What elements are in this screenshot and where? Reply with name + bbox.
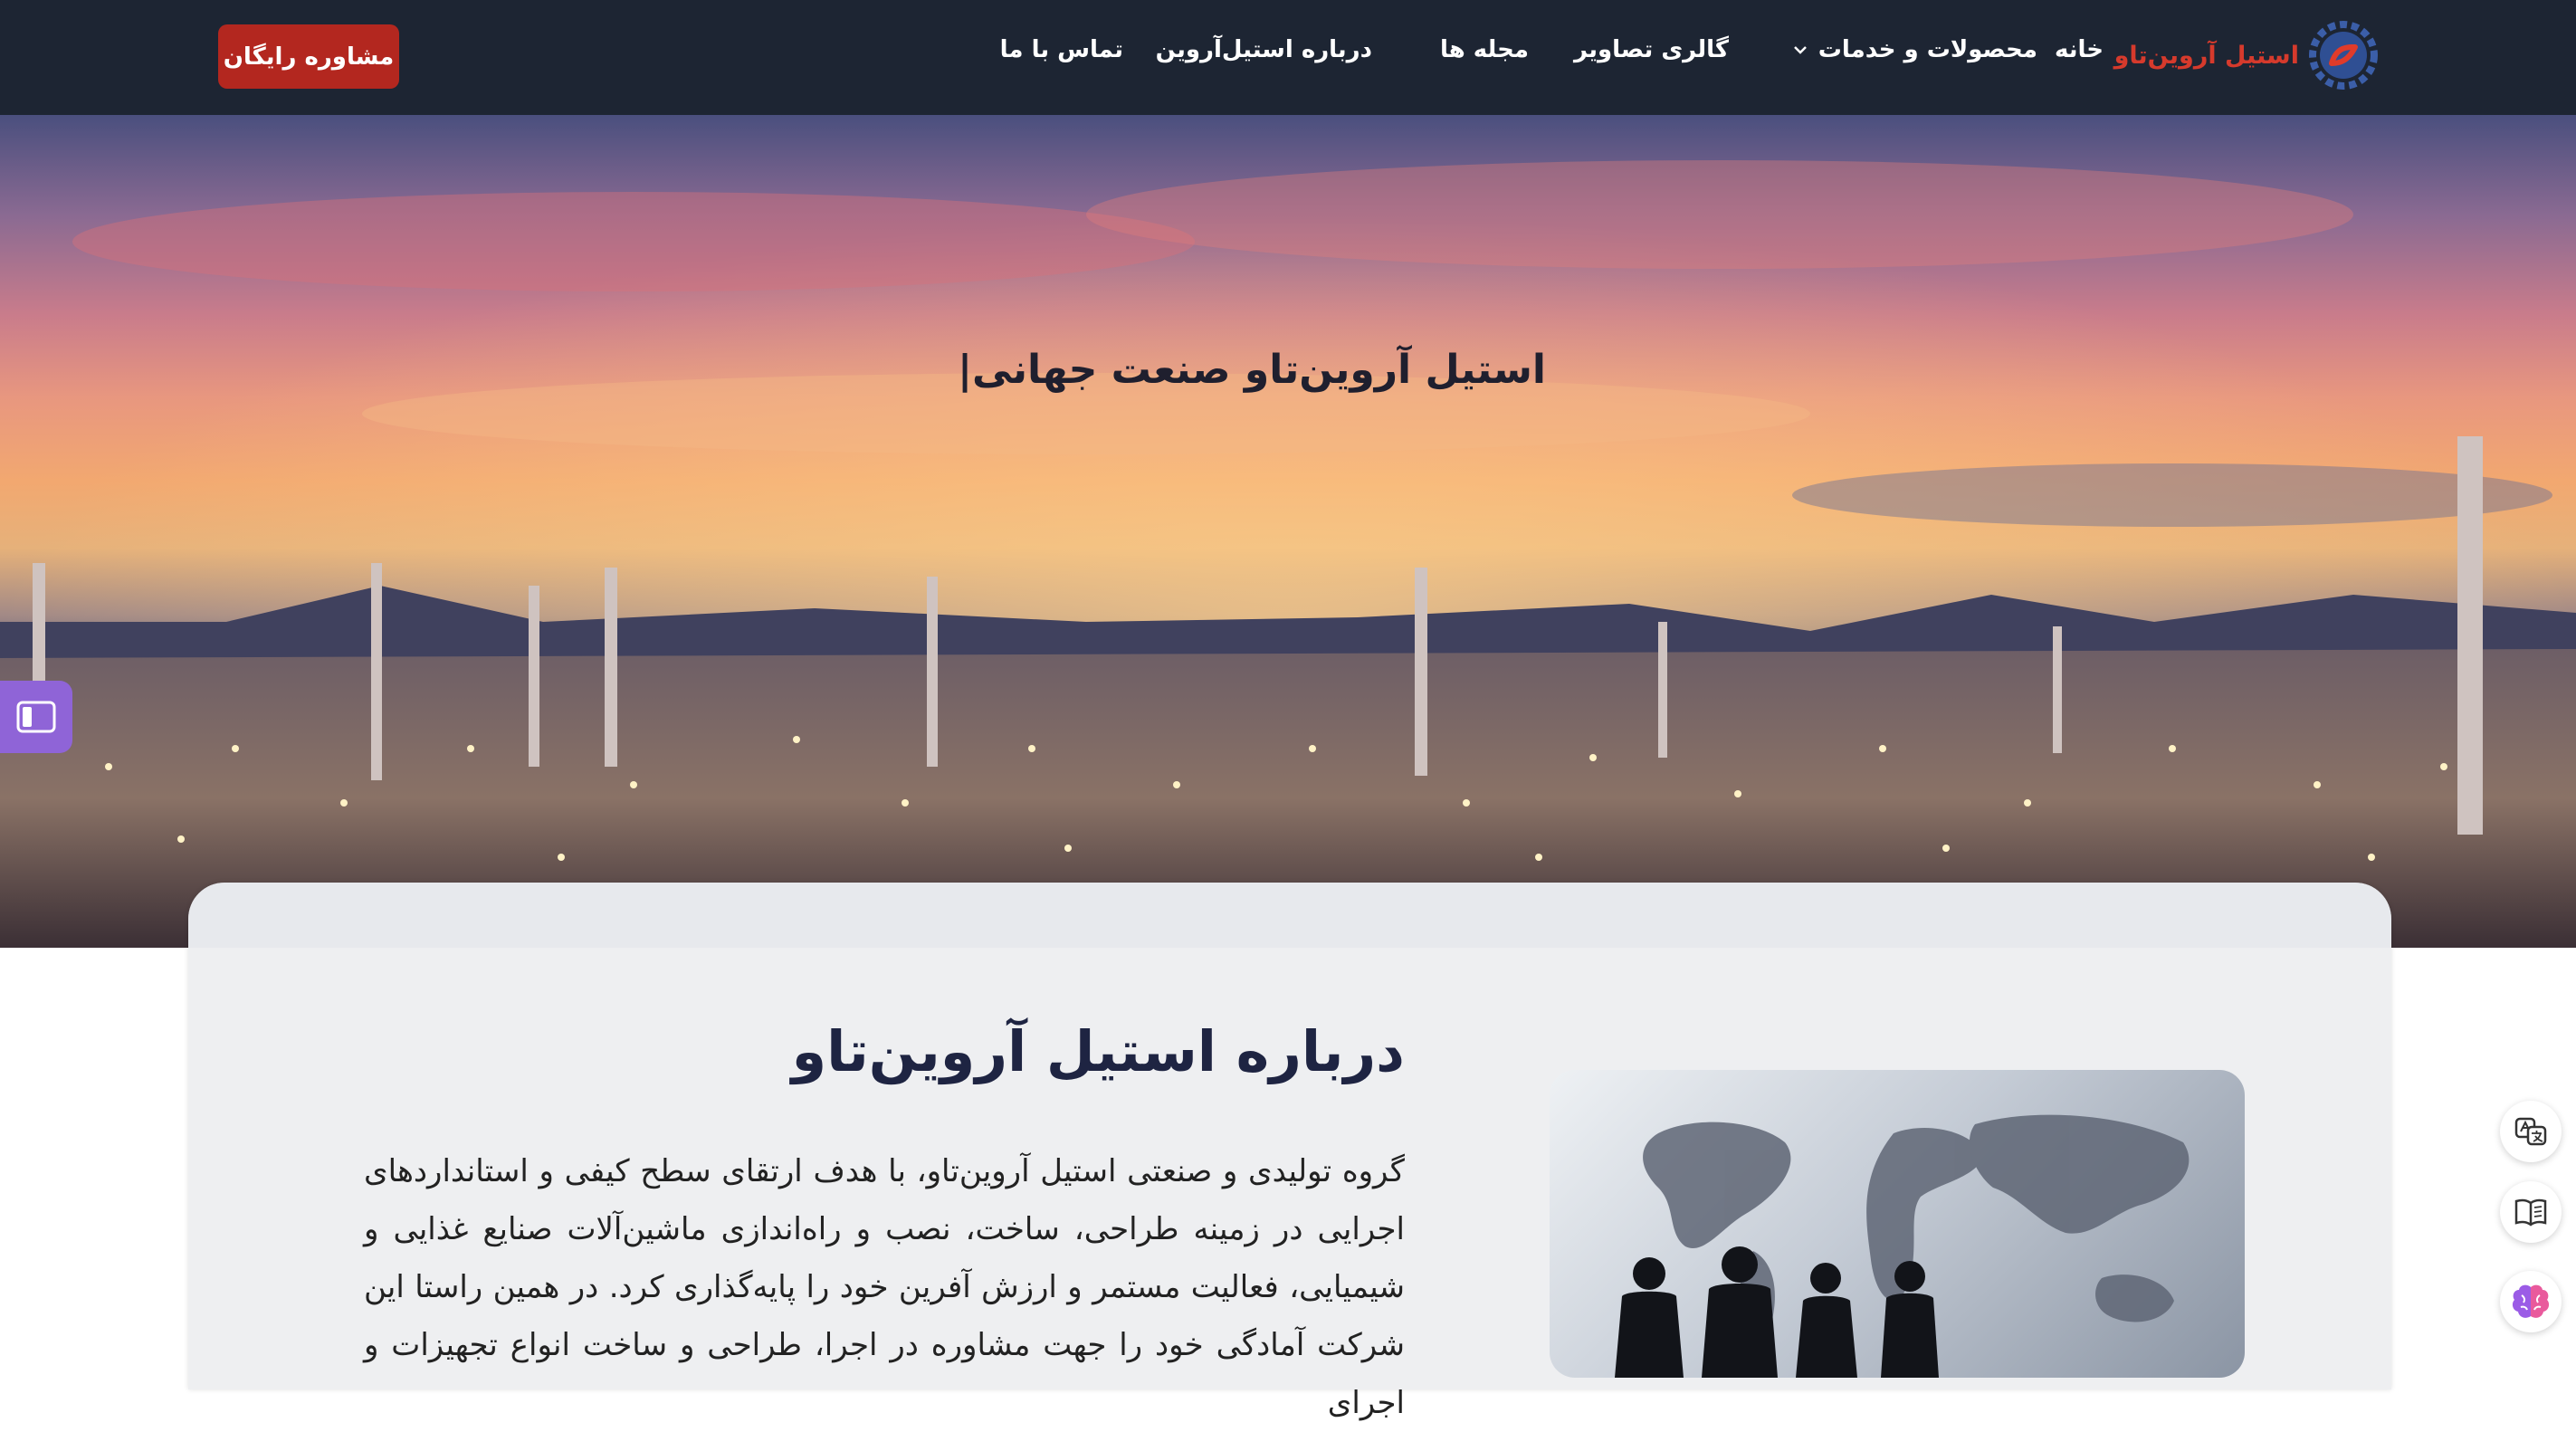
brain-icon: [2512, 1284, 2550, 1318]
card-top-overlay: [188, 883, 2391, 948]
refinery-skyline-image: [0, 115, 2576, 948]
about-paragraph: گروه تولیدی و صنعتی استیل آروین‌تاو، با …: [364, 1153, 1405, 1421]
sidebar-toggle-button[interactable]: [0, 681, 72, 753]
world-map-business-image: [1550, 1070, 2245, 1378]
chevron-down-icon: [1793, 46, 1807, 54]
translate-button[interactable]: [2500, 1101, 2562, 1162]
reader-icon: [2514, 1198, 2547, 1227]
nav-gallery[interactable]: گالری تصاویر: [1574, 36, 1729, 63]
sidebar-toggle-icon: [16, 701, 56, 733]
nav-magazine[interactable]: مجله ها: [1440, 36, 1529, 63]
reader-mode-button[interactable]: [2500, 1181, 2562, 1243]
about-title: درباره استیل آروین‌تاو: [791, 1018, 1405, 1084]
nav-home[interactable]: خانه: [2055, 36, 2104, 63]
hero-title: استیل آروین‌تاو صنعت جهانی|: [957, 347, 1546, 393]
ai-assistant-button[interactable]: [2500, 1271, 2562, 1332]
nav-products[interactable]: محصولات و خدمات: [1791, 36, 2037, 63]
free-consultation-button[interactable]: مشاوره رایگان: [218, 24, 399, 89]
brand-logo[interactable]: استیل آروین‌تاو: [2114, 20, 2379, 91]
nav-about[interactable]: درباره استیل‌آروین: [1156, 36, 1372, 63]
nav-contact[interactable]: تماس با ما: [1000, 36, 1123, 63]
translate-icon: [2514, 1117, 2547, 1146]
top-navbar: استیل آروین‌تاو خانه محصولات و خدمات گال…: [0, 0, 2576, 115]
brand-name: استیل آروین‌تاو: [2113, 41, 2299, 70]
gear-logo-icon: [2309, 21, 2378, 90]
hero-banner: استیل آروین‌تاو صنعت جهانی|: [0, 115, 2576, 948]
nav-products-label: محصولات و خدمات: [1818, 36, 2037, 63]
world-map-illustration: [1615, 1114, 2190, 1378]
